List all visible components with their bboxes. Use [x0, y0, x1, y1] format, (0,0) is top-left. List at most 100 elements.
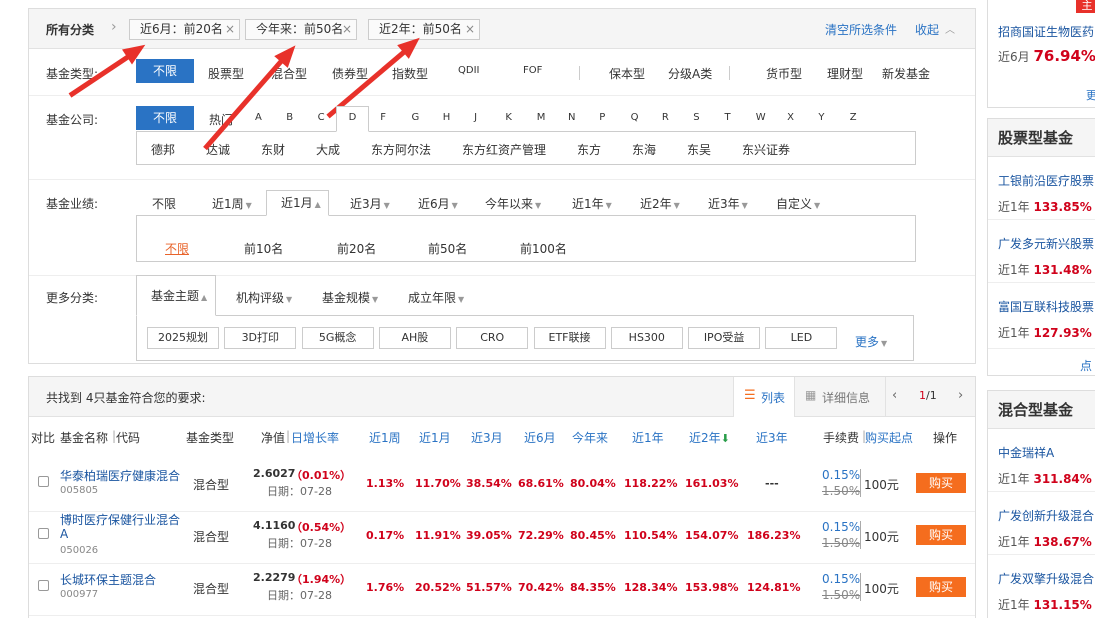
company-letter-option[interactable]: T [725, 112, 731, 123]
stock-more-link[interactable]: 点击 [1080, 357, 1095, 375]
fund-type-option[interactable]: 货币型 [766, 65, 802, 82]
fund-type-option[interactable]: 保本型 [609, 65, 645, 82]
company-letter-option[interactable]: D [336, 106, 369, 132]
theme-chip[interactable]: IPO受益 [688, 327, 761, 349]
compare-checkbox[interactable] [38, 528, 49, 539]
fund-type-option[interactable]: 债券型 [332, 65, 368, 82]
chevron-up-icon[interactable]: ︿ [945, 21, 955, 36]
fund-type-option[interactable]: 分级A类 [668, 65, 712, 82]
theme-chip[interactable]: CRO [456, 327, 529, 349]
company-option[interactable]: 东财 [261, 141, 285, 158]
company-letter-option[interactable]: X [787, 112, 794, 123]
buy-button[interactable]: 购买 [916, 525, 966, 545]
detail-view-tab[interactable]: ▦ 详细信息 [795, 377, 885, 417]
company-letter-option[interactable]: Q [631, 112, 639, 123]
company-option[interactable]: 东海 [632, 141, 656, 158]
selected-tag-6m[interactable]: 近6月：前20名 × [129, 19, 240, 40]
company-option[interactable]: 德邦 [151, 141, 175, 158]
rank-option[interactable]: 前50名 [428, 240, 467, 257]
more-category-tab[interactable]: 基金规模 ▼ [322, 289, 378, 306]
close-icon[interactable]: × [225, 20, 235, 39]
clear-all-link[interactable]: 清空所选条件 [825, 21, 897, 38]
theme-chip[interactable]: 3D打印 [224, 327, 297, 349]
more-themes-link[interactable]: 更多 ▼ [855, 333, 887, 350]
period-option[interactable]: 近1周 ▼ [212, 195, 252, 212]
company-letter-option[interactable]: K [505, 112, 512, 123]
company-option[interactable]: 东方红资产管理 [462, 141, 546, 158]
company-letter-option[interactable]: N [568, 112, 575, 123]
side-fund-name[interactable]: 广发创新升级混合 [998, 507, 1094, 524]
more-category-tab[interactable]: 成立年限 ▼ [408, 289, 464, 306]
collapse-link[interactable]: 收起 [915, 21, 939, 38]
col-min-buy[interactable]: 购买起点 [865, 429, 913, 446]
col-y1[interactable]: 近1年 [632, 429, 664, 446]
company-letter-option[interactable]: J [474, 112, 477, 123]
company-letter-option[interactable]: Z [850, 112, 857, 123]
period-option[interactable]: 不限 [152, 195, 176, 212]
compare-checkbox[interactable] [38, 476, 49, 487]
company-letter-option[interactable]: F [380, 112, 386, 123]
side-fund-name[interactable]: 工银前沿医疗股票 [998, 172, 1094, 189]
list-view-tab[interactable]: ☰ 列表 [733, 377, 795, 417]
period-option[interactable]: 近6月 ▼ [418, 195, 458, 212]
col-y2[interactable]: 近2年⬇ [689, 429, 730, 446]
col-ytd[interactable]: 今年来 [572, 429, 608, 446]
col-code[interactable]: 代码 [116, 429, 140, 446]
fund-type-option[interactable]: 股票型 [208, 65, 244, 82]
period-option[interactable]: 近3月 ▼ [350, 195, 390, 212]
company-letter-option[interactable]: A [255, 112, 262, 123]
side-fund-name[interactable]: 中金瑞祥A [998, 444, 1054, 461]
fund-name-link[interactable]: 长城环保主题混合 [60, 571, 156, 588]
col-y3[interactable]: 近3年 [756, 429, 788, 446]
period-option[interactable]: 近3年 ▼ [708, 195, 748, 212]
col-m1[interactable]: 近1月 [419, 429, 451, 446]
col-name[interactable]: 基金名称 [60, 429, 108, 446]
fund-type-option[interactable]: FOF [523, 65, 542, 76]
compare-checkbox[interactable] [38, 580, 49, 591]
theme-chip[interactable]: AH股 [378, 327, 451, 349]
close-icon[interactable]: × [342, 20, 352, 39]
theme-chip[interactable]: 2025规划 [147, 327, 219, 349]
company-letter-option[interactable]: H [443, 112, 451, 123]
top-pick-name[interactable]: 招商国证生物医药 [998, 23, 1094, 40]
side-fund-name[interactable]: 广发多元新兴股票 [998, 235, 1094, 252]
buy-button[interactable]: 购买 [916, 473, 966, 493]
company-option[interactable]: 东兴证券 [742, 141, 790, 158]
theme-chip[interactable]: LED [765, 327, 838, 349]
company-option[interactable]: 东吴 [687, 141, 711, 158]
company-letter-option[interactable]: B [286, 112, 293, 123]
fund-type-option[interactable]: 不限 [136, 59, 194, 83]
company-letter-option[interactable]: Y [818, 112, 824, 123]
company-letter-option[interactable]: G [412, 112, 420, 123]
theme-chip[interactable]: 5G概念 [301, 327, 374, 349]
rank-option[interactable]: 前10名 [244, 240, 283, 257]
rank-option[interactable]: 前100名 [520, 240, 567, 257]
period-option[interactable]: 近1年 ▼ [572, 195, 612, 212]
company-letter-option[interactable]: P [599, 112, 605, 123]
company-letter-option[interactable]: R [662, 112, 669, 123]
company-letter-option[interactable]: W [756, 112, 766, 123]
period-option[interactable]: 近1月 ▲ [266, 190, 329, 216]
top-pick-more-link[interactable]: 更 [1086, 87, 1095, 103]
period-option[interactable]: 近2年 ▼ [640, 195, 680, 212]
theme-chip[interactable]: HS300 [610, 327, 683, 349]
more-category-tab[interactable]: 基金主题 ▲ [136, 275, 216, 316]
theme-chip[interactable]: ETF联接 [533, 327, 606, 349]
next-page-icon[interactable]: › [958, 388, 963, 403]
side-fund-name[interactable]: 富国互联科技股票 [998, 298, 1094, 315]
company-letter-option[interactable]: 不限 [136, 106, 194, 130]
company-letter-option[interactable]: M [537, 112, 546, 123]
fund-type-option[interactable]: 理财型 [827, 65, 863, 82]
period-option[interactable]: 自定义 ▼ [776, 195, 820, 212]
fund-type-option[interactable]: QDII [458, 65, 479, 76]
fund-type-option[interactable]: 新发基金 [882, 65, 930, 82]
col-daily[interactable]: 日增长率 [291, 429, 339, 446]
col-m6[interactable]: 近6月 [524, 429, 556, 446]
col-m3[interactable]: 近3月 [471, 429, 503, 446]
col-w1[interactable]: 近1周 [369, 429, 401, 446]
selected-tag-ytd[interactable]: 今年来：前50名 × [245, 19, 357, 40]
col-nav[interactable]: 净值 [261, 429, 285, 446]
company-letter-option[interactable]: C [318, 112, 325, 123]
side-fund-name[interactable]: 广发双擎升级混合 [998, 570, 1094, 587]
company-option[interactable]: 大成 [316, 141, 340, 158]
